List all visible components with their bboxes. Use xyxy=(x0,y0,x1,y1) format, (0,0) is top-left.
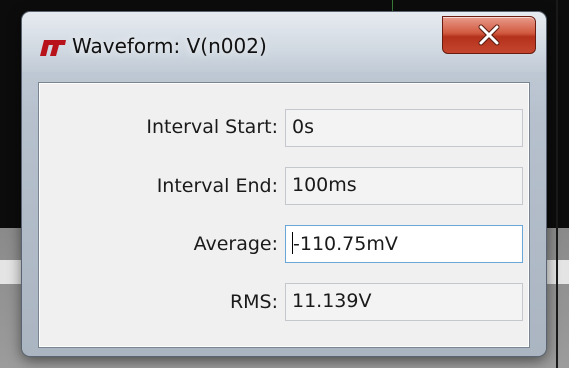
background-divider xyxy=(556,0,558,368)
average-value: -110.75mV xyxy=(293,233,398,255)
interval-end-field[interactable]: 100ms xyxy=(285,167,523,205)
waveform-dialog: Waveform: V(n002) Interval Start: 0s Int… xyxy=(22,12,546,356)
window-title: Waveform: V(n002) xyxy=(72,34,267,58)
interval-start-field[interactable]: 0s xyxy=(285,109,523,147)
interval-end-label: Interval End: xyxy=(156,175,278,197)
close-button[interactable] xyxy=(442,16,536,54)
average-field[interactable]: -110.75mV xyxy=(285,225,523,263)
title-bar[interactable]: Waveform: V(n002) xyxy=(22,12,546,78)
lt-logo-icon xyxy=(40,40,66,56)
close-icon xyxy=(478,24,500,46)
rms-field[interactable]: 11.139V xyxy=(285,283,523,321)
rms-label: RMS: xyxy=(229,291,278,313)
interval-start-label: Interval Start: xyxy=(146,116,278,138)
dialog-client-area: Interval Start: 0s Interval End: 100ms A… xyxy=(38,82,530,348)
average-label: Average: xyxy=(193,233,278,255)
